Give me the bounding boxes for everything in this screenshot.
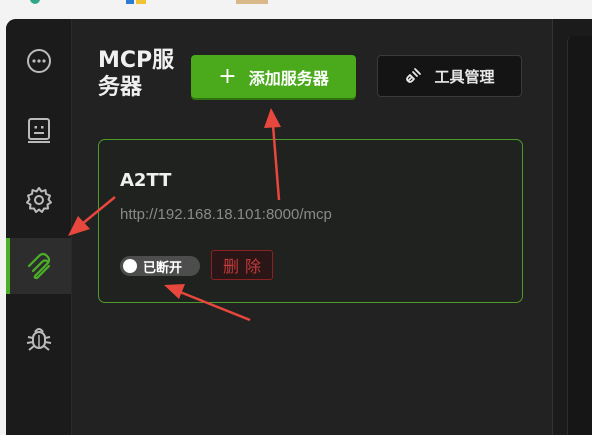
tools-management-label: 工具管理 bbox=[434, 67, 495, 86]
add-server-button[interactable]: + 添加服务器 bbox=[191, 55, 356, 98]
gear-icon bbox=[25, 187, 52, 213]
mcp-plug-icon bbox=[27, 252, 50, 280]
taskbar-app-icon[interactable] bbox=[126, 0, 134, 4]
server-card: A2TT http://192.168.18.101:8000/mcp 已断开 … bbox=[98, 139, 523, 303]
sidebar-item-mcp[interactable] bbox=[6, 238, 71, 294]
page-title: MCP服务器 bbox=[98, 48, 175, 100]
right-panel-inner bbox=[567, 36, 592, 435]
taskbar-app-icon[interactable] bbox=[30, 0, 40, 4]
sidebar bbox=[6, 19, 72, 435]
taskbar-app-icon[interactable] bbox=[236, 0, 268, 4]
sidebar-item-chat[interactable] bbox=[6, 33, 71, 89]
bug-icon bbox=[26, 328, 51, 351]
server-name: A2TT bbox=[120, 170, 172, 191]
sidebar-item-settings[interactable] bbox=[6, 172, 71, 228]
robot-face-icon bbox=[27, 118, 50, 143]
delete-server-button[interactable]: 删除 bbox=[211, 250, 273, 280]
plus-icon: + bbox=[218, 63, 237, 89]
add-server-label: 添加服务器 bbox=[248, 68, 329, 88]
toggle-knob bbox=[123, 259, 137, 273]
main-content: MCP服务器 + 添加服务器 工具管理 A2TT http://192.168.… bbox=[72, 19, 552, 435]
taskbar-folder-icon[interactable] bbox=[136, 0, 146, 4]
sidebar-item-assistant[interactable] bbox=[6, 102, 71, 158]
plug-icon bbox=[406, 68, 422, 83]
connection-status-label: 已断开 bbox=[143, 260, 183, 276]
chat-bubble-icon bbox=[26, 49, 51, 73]
sidebar-item-debug[interactable] bbox=[6, 310, 71, 366]
app-window: MCP服务器 + 添加服务器 工具管理 A2TT http://192.168.… bbox=[6, 19, 592, 435]
right-panel bbox=[552, 19, 592, 435]
taskbar-strip bbox=[0, 0, 592, 18]
connection-toggle[interactable]: 已断开 bbox=[120, 256, 200, 276]
tools-management-button[interactable]: 工具管理 bbox=[377, 55, 522, 97]
server-url: http://192.168.18.101:8000/mcp bbox=[120, 206, 332, 223]
